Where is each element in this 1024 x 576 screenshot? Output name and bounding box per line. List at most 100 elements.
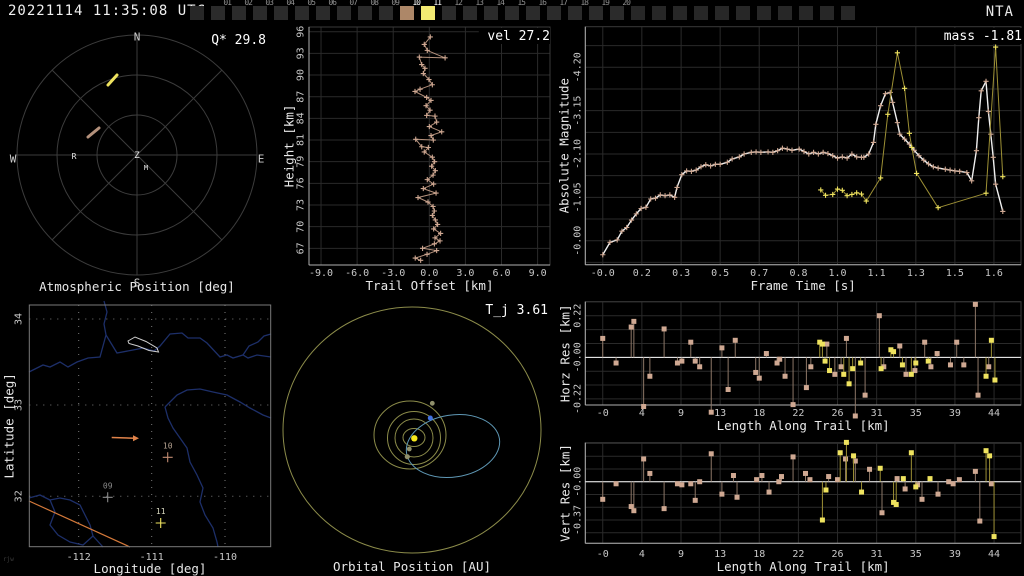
x-tick-label: 39	[949, 408, 961, 419]
station-slot-blank-29	[799, 0, 819, 24]
station-box-12[interactable]	[442, 6, 456, 20]
station-box-16[interactable]	[526, 6, 540, 20]
y-axis-title: Absolute Magnitude	[557, 78, 572, 213]
x-tick-label: 9.0	[529, 268, 547, 279]
x-tick-label: 1.3	[907, 268, 925, 279]
x-tick-label: 0.2	[633, 268, 651, 279]
x-tick-label: 1.1	[868, 268, 886, 279]
x-tick-label: 6.0	[492, 268, 510, 279]
y-tick-label: -1.05	[573, 182, 584, 212]
station-box-11[interactable]	[421, 6, 435, 20]
station-box-06[interactable]	[316, 6, 330, 20]
x-tick-label: 1.6	[985, 268, 1003, 279]
x-tick-label: 1.5	[946, 268, 964, 279]
station-box-09[interactable]	[379, 6, 393, 20]
station-box-blank-29[interactable]	[799, 6, 813, 20]
x-tick-label: -110	[213, 552, 237, 563]
grid	[585, 442, 1021, 544]
planet-1	[429, 400, 435, 406]
station-slot-blank-22	[652, 0, 672, 24]
station-slot-06: 06	[316, 0, 337, 24]
map-station-label: 11	[156, 507, 166, 516]
station-box-17[interactable]	[547, 6, 561, 20]
station-box-10[interactable]	[400, 6, 414, 20]
x-tick-label: 0.3	[672, 268, 690, 279]
station-slot-09: 09	[379, 0, 400, 24]
station-box-01[interactable]	[211, 6, 225, 20]
y-tick-label: 34	[14, 313, 25, 325]
station-box-blank-31[interactable]	[841, 6, 855, 20]
station-number: 01	[223, 0, 232, 7]
marker-R: R	[72, 152, 77, 161]
station-slot-18: 18	[568, 0, 589, 24]
station-box-18[interactable]	[568, 6, 582, 20]
app-window: 20221114 11:35:08 UTC 01 02 03 04 05 06 07 08 09…	[0, 0, 1024, 576]
marker-Z: Z	[134, 151, 140, 161]
vert-residuals-panel: -0 4 9 13 18 22 26 31 35 39 44-0.00-0.37Length Alo…	[558, 439, 1022, 574]
station-slot-blank-21	[631, 0, 651, 24]
station-box-03[interactable]	[253, 6, 267, 20]
station-11-horz	[817, 337, 998, 387]
station-box-blank-24[interactable]	[694, 6, 708, 20]
planet-2	[406, 446, 412, 452]
station-box-14[interactable]	[484, 6, 498, 20]
y-tick-label: -0.00	[573, 467, 584, 497]
mars-orbit	[373, 400, 447, 470]
station-slot-07: 07	[337, 0, 358, 24]
station-slot-blank-27	[757, 0, 777, 24]
compass-N: N	[134, 31, 141, 44]
station-slot-19: 19	[589, 0, 610, 24]
station-box-blank-28[interactable]	[778, 6, 792, 20]
station-number: 08	[370, 0, 379, 7]
light-curve-panel: -0.0 0.2 0.3 0.5 0.7 0.8 1.0 1.1 1.3 1.5 1.6-0.00-…	[557, 26, 1022, 293]
station-slot-15: 15	[505, 0, 526, 24]
station-box-blank-25[interactable]	[715, 6, 729, 20]
station-number: 12	[454, 0, 463, 7]
x-tick-label: -112	[67, 552, 91, 563]
station-box-08[interactable]	[358, 6, 372, 20]
station-box-05[interactable]	[295, 6, 309, 20]
y-tick-label: -0.37	[573, 505, 584, 535]
badge-value: mass -1.81	[944, 29, 1022, 44]
station-box-02[interactable]	[232, 6, 246, 20]
x-tick-label: -0	[597, 549, 609, 560]
grid	[585, 26, 1021, 265]
y-tick-label: 73	[296, 199, 307, 211]
station-number: 11	[433, 0, 442, 7]
station-number: 17	[559, 0, 568, 7]
plot-frame	[584, 301, 1022, 406]
station-box-04[interactable]	[274, 6, 288, 20]
station-slot-05: 05	[295, 0, 316, 24]
x-tick-label: -0	[597, 408, 609, 419]
station-box-blank-30[interactable]	[820, 6, 834, 20]
station-slot-blank-0	[190, 0, 210, 24]
station-box-blank-21[interactable]	[631, 6, 645, 20]
station-box-19[interactable]	[589, 6, 603, 20]
station-slot-20: 20	[610, 0, 631, 24]
y-tick-label: 70	[296, 221, 307, 233]
ground-map-panel: 091011-112 -111 -110343332Longitude [deg]L…	[2, 300, 272, 576]
station-box-blank-0[interactable]	[190, 6, 204, 20]
station-slot-11: 11	[421, 0, 442, 24]
watermark: rjw	[3, 556, 14, 563]
planet-3	[404, 454, 410, 460]
station-box-blank-23[interactable]	[673, 6, 687, 20]
grid	[585, 301, 1021, 405]
station-slot-blank-26	[736, 0, 756, 24]
y-tick-label: 93	[296, 47, 307, 59]
station-number: 09	[391, 0, 400, 7]
station-slot-02: 02	[232, 0, 253, 24]
station-box-20[interactable]	[610, 6, 624, 20]
x-tick-label: 9	[678, 549, 684, 560]
station-number: 02	[244, 0, 253, 7]
horz-residuals-panel: -0 4 9 13 18 22 26 31 35 39 440.22-0.00-0.22Length…	[558, 301, 1022, 433]
station-10-lightcurve	[600, 78, 1006, 258]
station-box-blank-22[interactable]	[652, 6, 666, 20]
station-slot-12: 12	[442, 0, 463, 24]
station-box-07[interactable]	[337, 6, 351, 20]
station-box-13[interactable]	[463, 6, 477, 20]
station-box-blank-27[interactable]	[757, 6, 771, 20]
station-box-blank-26[interactable]	[736, 6, 750, 20]
meteor-trail-tan	[86, 126, 101, 139]
station-box-15[interactable]	[505, 6, 519, 20]
